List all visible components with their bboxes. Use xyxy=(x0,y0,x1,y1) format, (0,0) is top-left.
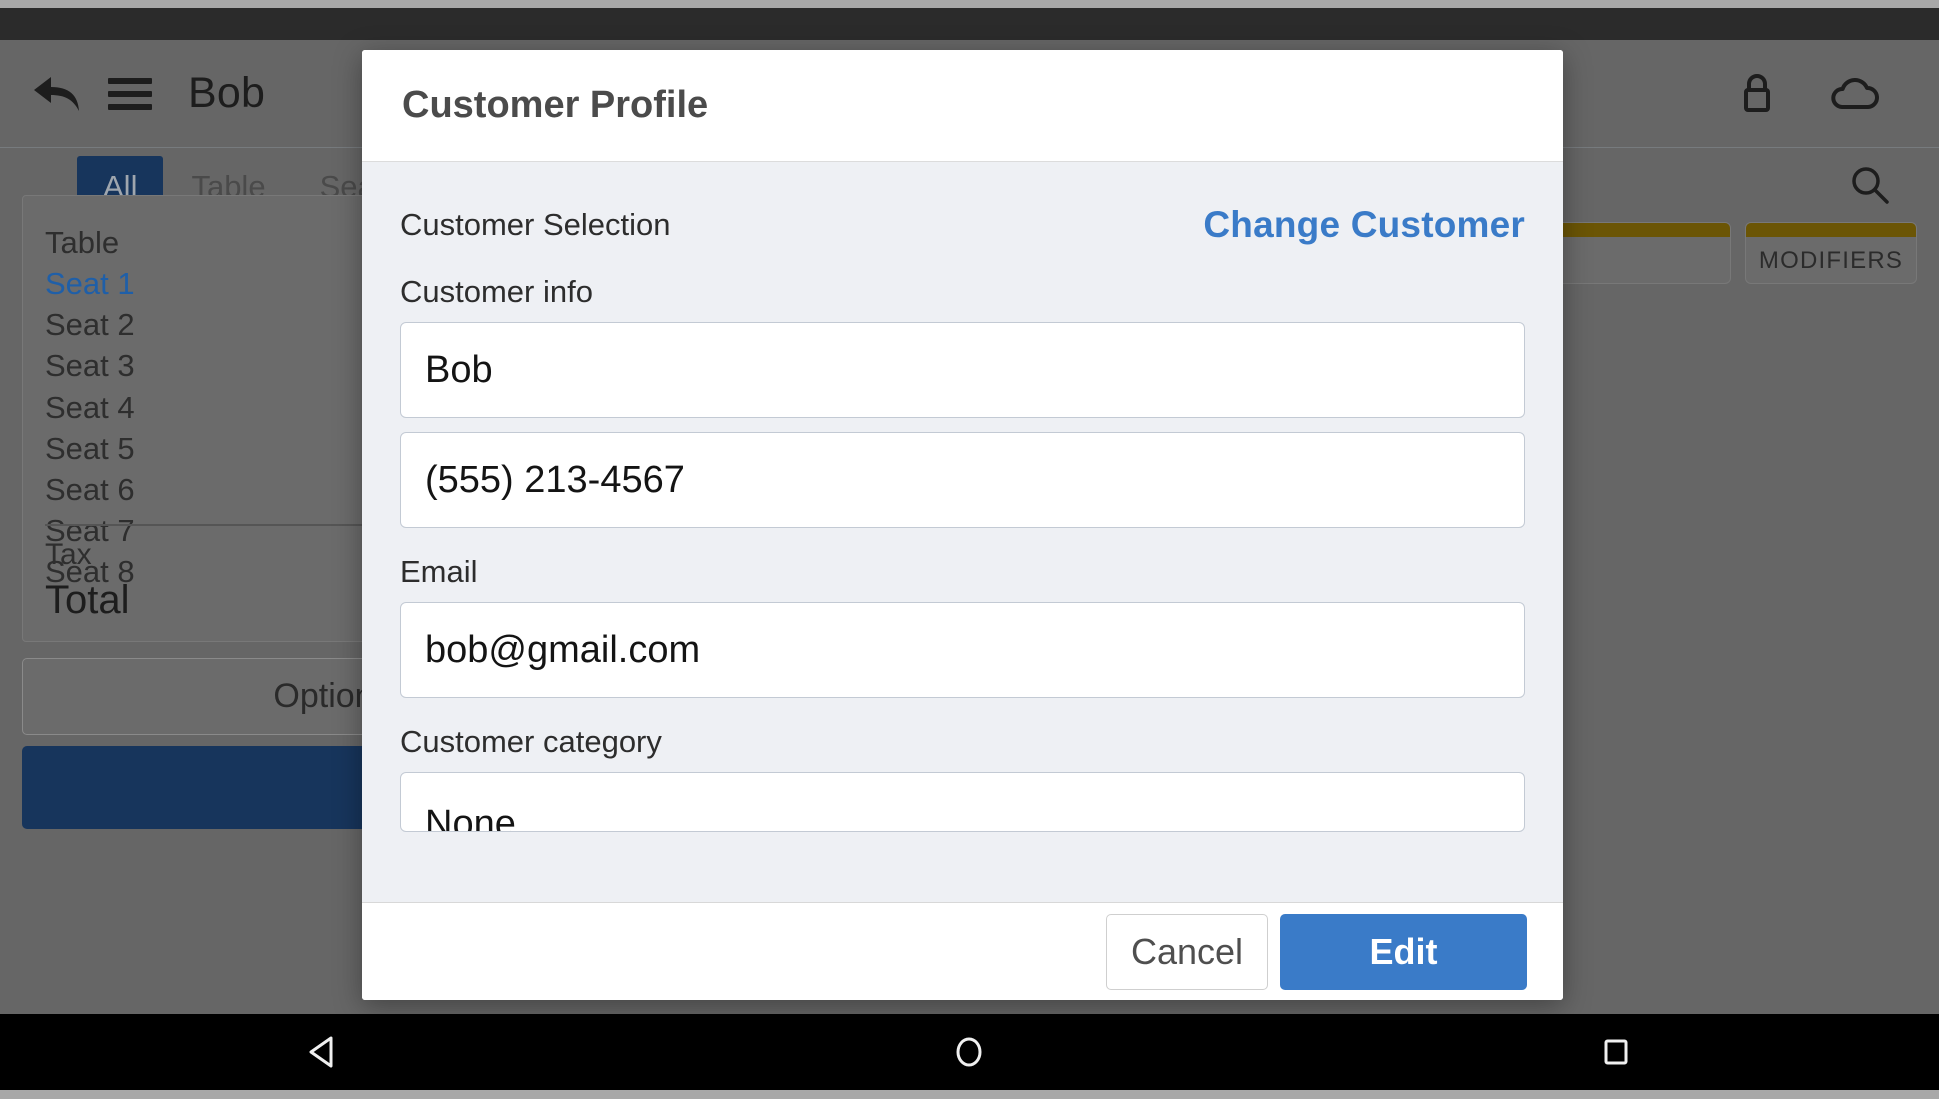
customer-email-field[interactable]: bob@gmail.com xyxy=(400,602,1525,698)
search-icon[interactable] xyxy=(1849,164,1939,211)
customer-category-field[interactable]: None xyxy=(400,772,1525,832)
nav-home-icon[interactable] xyxy=(909,1014,1029,1090)
customer-category-label: Customer category xyxy=(400,724,662,759)
edit-button-label: Edit xyxy=(1369,930,1438,972)
nav-recents-icon[interactable] xyxy=(1556,1014,1676,1090)
dialog-footer: Cancel Edit xyxy=(362,902,1563,1000)
android-nav-bar xyxy=(0,1014,1939,1090)
dialog-header: Customer Profile xyxy=(362,50,1563,162)
menu-card-color-bar xyxy=(1550,223,1730,237)
menu-card-color-bar xyxy=(1746,223,1916,237)
customer-phone-field[interactable]: (555) 213-4567 xyxy=(400,432,1525,528)
nav-back-icon[interactable] xyxy=(263,1014,383,1090)
cancel-button[interactable]: Cancel xyxy=(1106,913,1268,990)
menu-card-modifiers[interactable]: MODIFIERS xyxy=(1745,222,1917,284)
app-bar-right-group xyxy=(1721,58,1939,130)
dialog-body[interactable]: Customer Selection Change Customer Custo… xyxy=(362,162,1563,902)
customer-name-value: Bob xyxy=(425,348,493,391)
email-label: Email xyxy=(400,554,478,589)
menu-card-partial-label xyxy=(1550,237,1730,283)
edit-button[interactable]: Edit xyxy=(1280,913,1527,990)
hamburger-menu-icon[interactable] xyxy=(94,58,166,130)
menu-card-modifiers-label: MODIFIERS xyxy=(1758,247,1904,274)
cancel-button-label: Cancel xyxy=(1130,930,1244,972)
dialog-title: Customer Profile xyxy=(402,84,709,126)
cloud-icon[interactable] xyxy=(1819,58,1891,130)
customer-category-value: None xyxy=(425,802,516,832)
customer-email-value: bob@gmail.com xyxy=(425,628,701,671)
lock-icon[interactable] xyxy=(1721,58,1793,130)
customer-selection-row: Customer Selection Change Customer xyxy=(400,162,1525,246)
menu-card-partial[interactable] xyxy=(1549,222,1731,284)
customer-selection-label: Customer Selection xyxy=(400,207,671,242)
change-customer-link[interactable]: Change Customer xyxy=(1203,204,1525,246)
customer-name-field[interactable]: Bob xyxy=(400,322,1525,418)
customer-info-label: Customer info xyxy=(400,274,593,309)
page-title: Bob xyxy=(188,69,266,117)
app-bar-left-group: Bob xyxy=(0,58,265,130)
customer-phone-value: (555) 213-4567 xyxy=(425,458,685,501)
customer-profile-dialog: Customer Profile Customer Selection Chan… xyxy=(362,50,1563,1000)
screen-root: Bob All Table Seat Table Seat 1 Seat 2 S… xyxy=(0,0,1939,1099)
back-arrow-icon[interactable] xyxy=(22,58,94,130)
android-status-bar xyxy=(0,8,1939,40)
